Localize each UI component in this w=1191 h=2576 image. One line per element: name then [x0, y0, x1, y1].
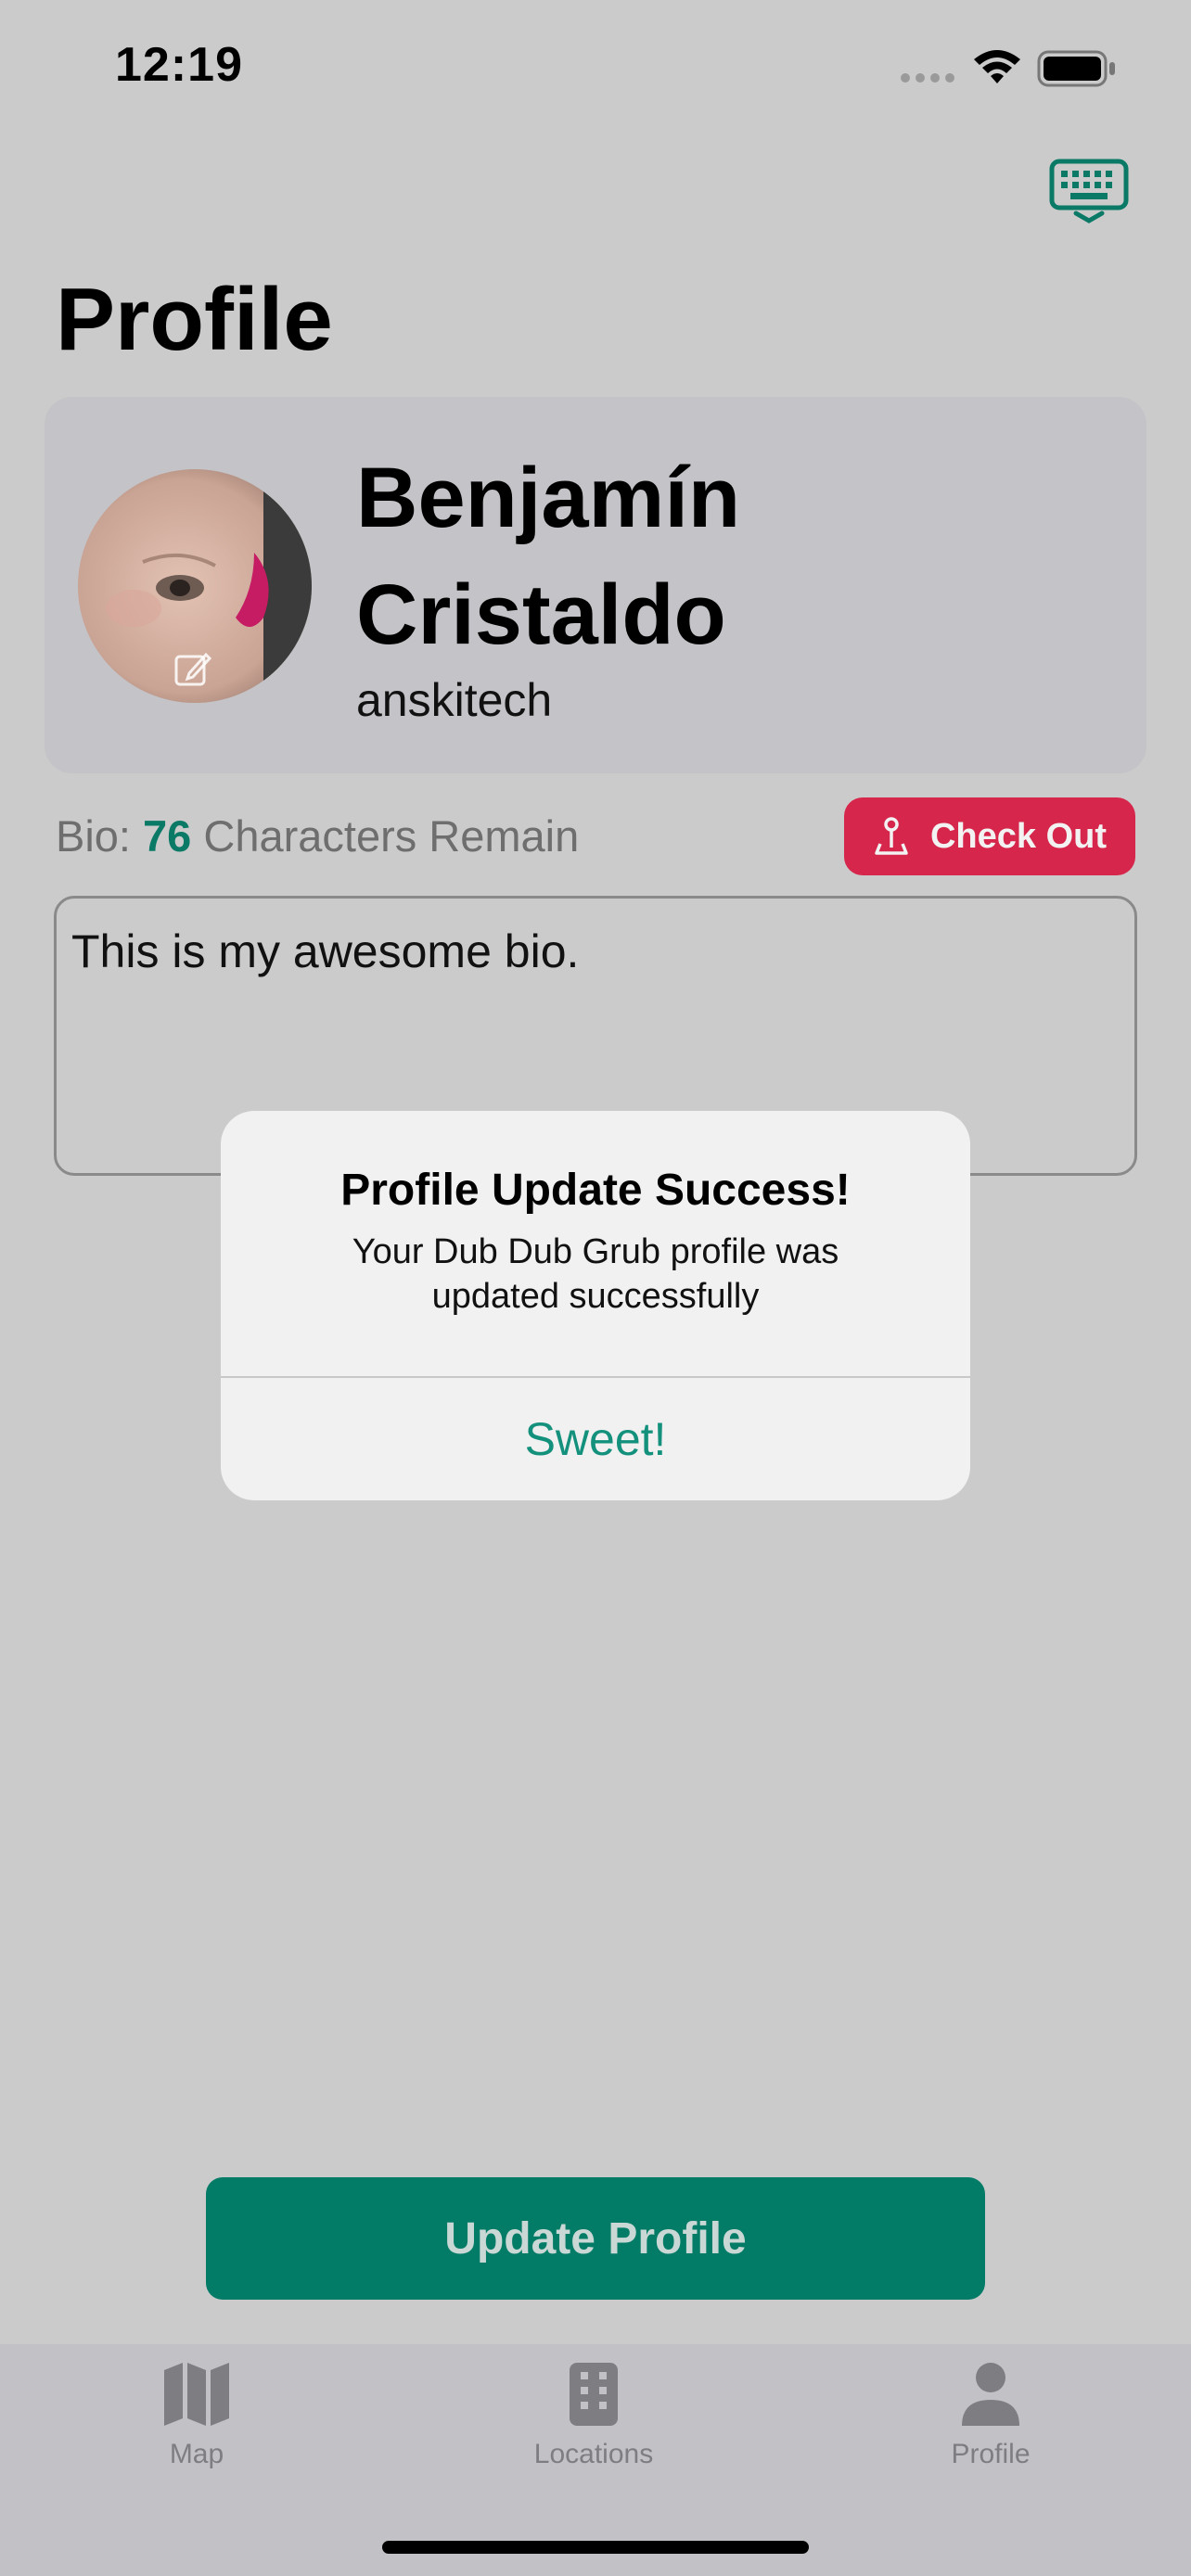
tab-map[interactable]: Map: [76, 2361, 317, 2470]
building-icon: [570, 2363, 618, 2426]
alert-sweet-button[interactable]: Sweet!: [221, 1378, 970, 1500]
first-name[interactable]: Benjamín: [356, 447, 740, 549]
bio-remaining-count: 76: [143, 811, 192, 861]
update-profile-button[interactable]: Update Profile: [206, 2177, 985, 2300]
username[interactable]: anskitech: [356, 673, 552, 727]
wifi-icon: [974, 50, 1020, 83]
location-pin-icon: [875, 817, 908, 855]
last-name[interactable]: Cristaldo: [356, 564, 726, 666]
keyboard-dismiss-button[interactable]: [1048, 158, 1130, 224]
bio-label-suffix: Characters Remain: [191, 811, 580, 861]
alert-message: Your Dub Dub Grub profile was updated su…: [352, 1232, 839, 1316]
alert-title: Profile Update Success!: [340, 1166, 851, 1215]
bio-label-prefix: Bio:: [56, 811, 144, 861]
home-indicator: [382, 2541, 809, 2554]
cellular-signal-icon: [901, 73, 954, 83]
keyboard-icon: [1049, 159, 1129, 223]
alert-dialog: Profile Update Success! Your Dub Dub Gru…: [221, 1111, 970, 1500]
edit-icon[interactable]: [173, 649, 213, 690]
map-icon: [164, 2363, 229, 2426]
tab-map-label: Map: [169, 2439, 224, 2469]
tab-locations[interactable]: Locations: [473, 2361, 714, 2470]
check-out-label: Check Out: [929, 816, 1108, 856]
bio-characters-label: Bio: 76 Characters Remain: [56, 810, 579, 861]
page-title: Profile: [56, 270, 333, 369]
status-time: 12:19: [115, 38, 243, 92]
tab-locations-label: Locations: [533, 2439, 654, 2469]
tab-profile-label: Profile: [951, 2439, 1031, 2469]
check-out-button[interactable]: Check Out: [844, 797, 1135, 875]
person-icon: [962, 2363, 1019, 2426]
battery-icon: [1037, 50, 1115, 87]
tab-profile[interactable]: Profile: [870, 2361, 1111, 2470]
